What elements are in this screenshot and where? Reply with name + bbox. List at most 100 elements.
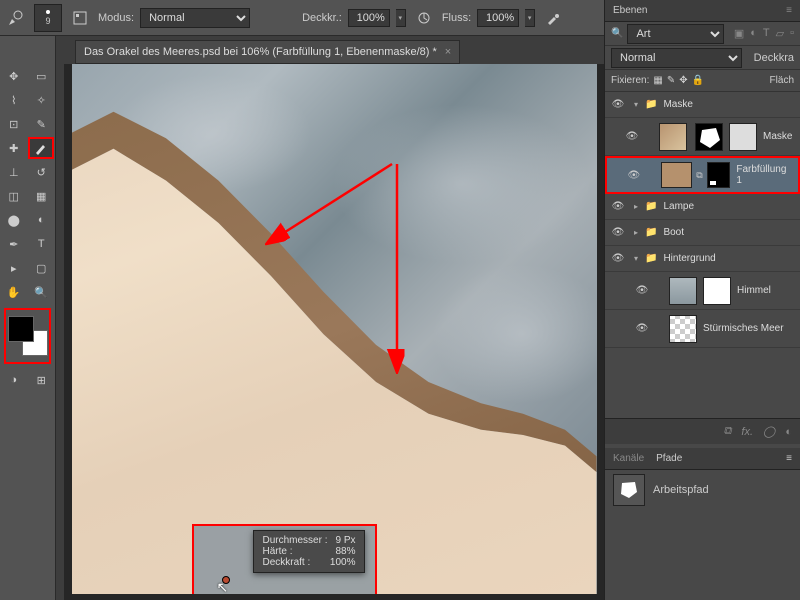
flow-label: Fluss: [442,12,471,24]
folder-icon: 📁 [645,201,657,212]
twirl-icon[interactable]: ▾ [629,100,643,109]
blend-mode-select[interactable]: Normal [140,8,250,28]
lock-paint-icon[interactable]: ✎ [667,75,675,86]
screenmode-tool[interactable]: ⊞ [29,369,55,391]
twirl-icon[interactable]: ▸ [629,228,643,237]
lock-all-icon[interactable]: 🔒 [692,75,704,86]
layer-stuermisches-meer[interactable]: 👁 Stürmisches Meer [605,310,800,348]
gradient-tool[interactable]: ▦ [29,185,55,207]
stamp-tool[interactable]: ⊥ [1,161,27,183]
filter-adjust-icon[interactable]: ◐ [750,27,757,40]
brush-preset[interactable]: 9 [34,4,62,32]
layer-group-hintergrund[interactable]: 👁▾ 📁 Hintergrund [605,246,800,272]
brush-tool[interactable] [28,137,54,159]
layer-group-maske[interactable]: 👁▾ 📁 Maske [605,92,800,118]
lasso-tool[interactable]: ⌇ [1,89,27,111]
layer-label: Maske [763,131,792,142]
lock-trans-icon[interactable]: ▦ [653,75,662,86]
filter-smart-icon[interactable]: ▫ [790,27,794,40]
history-brush-tool[interactable]: ↺ [29,161,55,183]
mask-icon[interactable]: ◯ [763,425,775,438]
flow-input[interactable] [477,9,519,27]
lock-label: Fixieren: [611,75,649,86]
opacity-input[interactable] [348,9,390,27]
heal-tool[interactable]: ✚ [1,137,26,159]
layer-farbfuellung-1[interactable]: 👁 ⧉ Farbfüllung 1 [605,156,800,194]
path-select-tool[interactable]: ▸ [1,257,27,279]
tip-opacity-value: 100% [330,557,356,568]
zoom-tool[interactable]: 🔍 [29,281,55,303]
tip-hardness-label: Härte : [262,546,292,557]
blur-tool[interactable]: ⬤ [1,209,27,231]
visibility-icon[interactable]: 👁 [609,99,627,110]
eraser-tool[interactable]: ◫ [1,185,27,207]
visibility-icon[interactable]: 👁 [633,323,651,334]
hand-tool[interactable]: ✋ [1,281,27,303]
layer-blend-select[interactable]: Normal [611,48,742,68]
layer-maske[interactable]: 👁 Maske [605,118,800,156]
layer-label: Maske [663,99,692,110]
layer-filter-select[interactable]: Art [627,24,723,44]
close-tab-icon[interactable]: × [445,46,451,58]
brush-panel-icon[interactable] [68,6,92,30]
opacity-dropdown[interactable]: ▾ [396,9,406,27]
channels-panel-tab[interactable]: Kanäle [613,453,644,464]
visibility-icon[interactable]: 👁 [633,285,651,296]
panel-menu-icon[interactable]: ≡ [786,5,792,16]
layer-group-lampe[interactable]: 👁▸ 📁 Lampe [605,194,800,220]
layer-label: Stürmisches Meer [703,323,784,334]
eyedropper-tool[interactable]: ✎ [29,113,55,135]
document-tab[interactable]: Das Orakel des Meeres.psd bei 106% (Farb… [75,40,460,64]
layer-label: Boot [663,227,684,238]
layer-opacity-label: Deckkra [754,52,794,64]
marquee-tool[interactable]: ▭ [29,65,55,87]
foreground-color[interactable] [8,316,34,342]
fill-label: Fläch [770,75,794,86]
opacity-label: Deckkr.: [302,12,342,24]
path-thumb-icon [613,474,645,506]
adjust-icon[interactable]: ◐ [785,426,792,438]
visibility-icon[interactable]: 👁 [609,201,627,212]
tip-diameter-value: 9 Px [335,535,355,546]
tool-preset-icon[interactable] [4,6,28,30]
layer-label: Hintergrund [663,253,715,264]
visibility-icon[interactable]: 👁 [625,170,643,181]
canvas-area: Durchmesser :9 Px Härte :88% Deckkraft :… [64,64,604,600]
layers-panel-tab[interactable]: Ebenen [613,5,647,16]
panel-menu-icon[interactable]: ≡ [786,453,792,464]
dodge-tool[interactable]: ◐ [29,209,55,231]
paths-panel-tab[interactable]: Pfade [656,453,682,464]
layer-himmel[interactable]: 👁 Himmel [605,272,800,310]
type-tool[interactable]: T [29,233,55,255]
lock-move-icon[interactable]: ✥ [679,75,687,86]
flow-dropdown[interactable]: ▾ [525,9,535,27]
crop-tool[interactable]: ⊡ [1,113,27,135]
quickmask-tool[interactable]: ◑ [1,369,27,391]
twirl-icon[interactable]: ▸ [629,202,643,211]
wand-tool[interactable]: ✧ [29,89,55,111]
visibility-icon[interactable]: 👁 [623,131,641,142]
visibility-icon[interactable]: 👁 [609,253,627,264]
link-icon[interactable]: ⧉ [696,170,702,181]
filter-shape-icon[interactable]: ▱ [776,27,784,40]
airbrush-icon[interactable] [541,6,565,30]
path-arbeitspfad[interactable]: Arbeitspfad [605,470,800,510]
link-layers-icon[interactable]: ⧉ [724,425,732,438]
filter-image-icon[interactable]: ▣ [734,27,744,40]
twirl-icon[interactable]: ▾ [629,254,643,263]
visibility-icon[interactable]: 👁 [609,227,627,238]
layer-group-boot[interactable]: 👁▸ 📁 Boot [605,220,800,246]
filter-type-icon[interactable]: T [763,27,770,40]
fx-icon[interactable]: fx. [741,426,753,438]
move-tool[interactable]: ✥ [1,65,27,87]
layer-label: Lampe [663,201,694,212]
annotation-arrows [72,64,597,594]
layer-label: Himmel [737,285,771,296]
color-swatches[interactable] [8,316,48,356]
pressure-opacity-icon[interactable] [412,6,436,30]
shape-tool[interactable]: ▢ [29,257,55,279]
brush-tooltip: Durchmesser :9 Px Härte :88% Deckkraft :… [192,524,377,594]
toolbox: ✥▭ ⌇✧ ⊡✎ ✚ ⊥↺ ◫▦ ⬤◐ ✒T ▸▢ ✋🔍 ◑⊞ [0,36,56,600]
pen-tool[interactable]: ✒ [1,233,27,255]
canvas[interactable]: Durchmesser :9 Px Härte :88% Deckkraft :… [72,64,597,594]
